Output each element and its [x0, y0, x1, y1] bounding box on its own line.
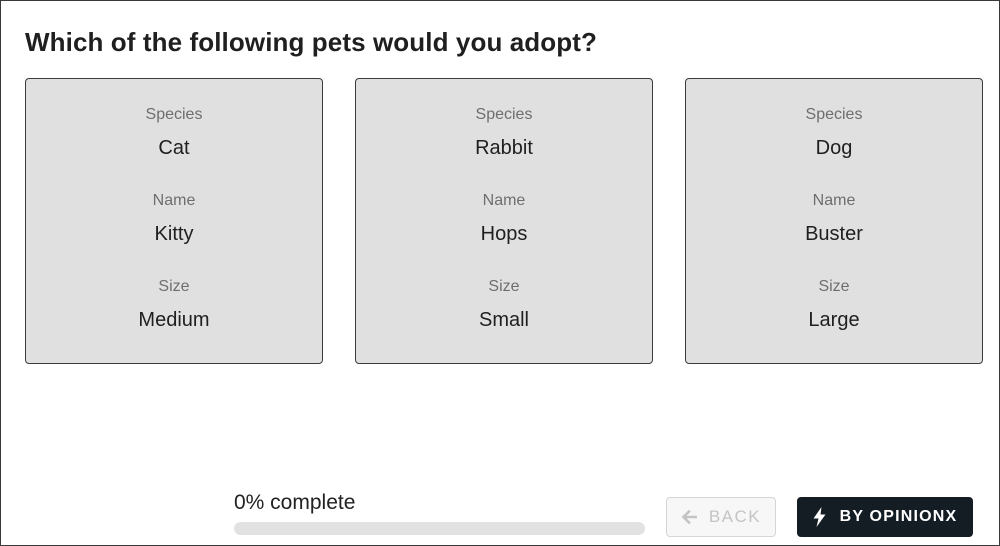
- attribute-value: Small: [478, 309, 529, 331]
- attribute-value: Large: [808, 309, 860, 331]
- progress-label: 0% complete: [234, 491, 356, 514]
- attribute-species: Species Rabbit: [475, 105, 533, 191]
- attribute-value: Cat: [158, 137, 190, 159]
- survey-frame: Which of the following pets would you ad…: [0, 0, 1000, 546]
- option-card-rabbit[interactable]: Species Rabbit Name Hops Size Small: [355, 78, 653, 364]
- attribute-size: Size Medium: [138, 277, 209, 363]
- attribute-label: Species: [805, 106, 863, 123]
- attribute-size: Size Large: [808, 277, 859, 363]
- attribute-label: Species: [145, 106, 203, 123]
- attribute-value: Rabbit: [475, 137, 533, 159]
- attribute-species: Species Dog: [806, 105, 863, 191]
- attribute-label: Size: [818, 278, 850, 295]
- back-button-label: BACK: [708, 507, 762, 526]
- attribute-label: Size: [488, 278, 520, 295]
- back-button[interactable]: BACK: [666, 497, 776, 537]
- lightning-bolt-icon: [813, 507, 826, 527]
- attribute-name: Name Hops: [481, 191, 528, 277]
- attribute-label: Species: [475, 106, 533, 123]
- question-title: Which of the following pets would you ad…: [25, 27, 597, 57]
- attribute-value: Kitty: [154, 223, 194, 245]
- attribute-label: Name: [812, 192, 856, 209]
- attribute-label: Name: [482, 192, 526, 209]
- attribute-value: Buster: [805, 223, 863, 245]
- attribute-size: Size Small: [479, 277, 529, 363]
- brand-button-label: BY OPINIONX: [839, 508, 958, 525]
- attribute-label: Name: [152, 192, 196, 209]
- arrow-left-icon: [681, 510, 697, 524]
- option-cards: Species Cat Name Kitty Size Medium Speci…: [25, 78, 983, 364]
- attribute-value: Medium: [138, 309, 210, 331]
- attribute-value: Hops: [480, 223, 528, 245]
- progress-bar: [234, 522, 645, 535]
- option-card-dog[interactable]: Species Dog Name Buster Size Large: [685, 78, 983, 364]
- attribute-name: Name Kitty: [153, 191, 196, 277]
- opinionx-brand-button[interactable]: BY OPINIONX: [797, 497, 973, 537]
- attribute-value: Dog: [815, 137, 853, 159]
- attribute-species: Species Cat: [146, 105, 203, 191]
- attribute-label: Size: [158, 278, 190, 295]
- attribute-name: Name Buster: [805, 191, 863, 277]
- option-card-cat[interactable]: Species Cat Name Kitty Size Medium: [25, 78, 323, 364]
